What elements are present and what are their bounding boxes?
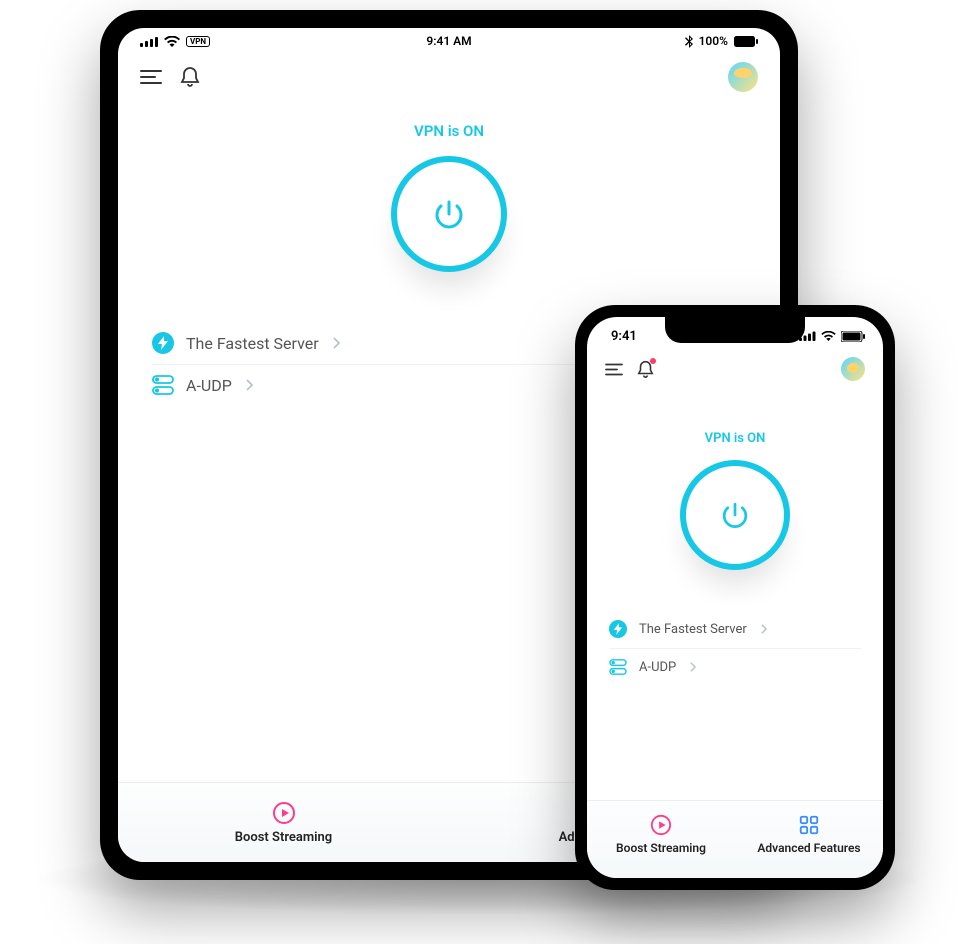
vpn-status-label: VPN is ON [414, 122, 484, 140]
power-button[interactable] [680, 460, 790, 570]
iphone-device-frame: 9:41 [575, 305, 895, 890]
status-time: 9:41 AM [426, 34, 471, 48]
tab-label: Boost Streaming [235, 830, 332, 845]
play-circle-icon [650, 814, 672, 836]
battery-percent: 100% [699, 34, 728, 48]
chevron-right-icon [761, 624, 767, 634]
ipad-status-bar: VPN 9:41 AM 100% [118, 28, 780, 54]
bell-icon[interactable] [180, 66, 200, 88]
tab-label: Advanced Features [757, 841, 860, 855]
notification-dot-icon [650, 358, 656, 364]
wifi-icon [821, 331, 836, 341]
status-time: 9:41 [605, 329, 637, 344]
menu-icon[interactable] [140, 69, 162, 85]
play-circle-icon [272, 801, 296, 825]
iphone-app-header [587, 351, 883, 381]
wifi-icon [164, 36, 180, 47]
tab-label: Boost Streaming [616, 841, 706, 855]
menu-icon[interactable] [605, 363, 623, 376]
vpn-status-label: VPN is ON [705, 431, 766, 446]
bluetooth-icon [685, 35, 693, 48]
server-row[interactable]: The Fastest Server [609, 610, 861, 649]
chevron-right-icon [333, 337, 340, 349]
iphone-notch [665, 317, 805, 343]
chevron-right-icon [246, 379, 253, 391]
bolt-icon [609, 620, 627, 638]
avatar[interactable] [728, 62, 758, 92]
tab-boost-streaming[interactable]: Boost Streaming [587, 801, 735, 868]
signal-icon [140, 36, 158, 47]
server-label: The Fastest Server [639, 622, 747, 637]
protocol-row[interactable]: A-UDP [609, 649, 861, 685]
tab-advanced-features[interactable]: Advanced Features [735, 801, 883, 868]
avatar[interactable] [841, 357, 865, 381]
vpn-badge-icon: VPN [186, 36, 210, 47]
iphone-main: VPN is ON The Fastest Server [587, 381, 883, 800]
ipad-app-header [118, 54, 780, 92]
protocol-icon [609, 659, 627, 675]
iphone-bottom-bar: Boost Streaming Advanced Features [587, 800, 883, 878]
protocol-icon [152, 375, 174, 395]
battery-icon [841, 331, 865, 342]
protocol-label: A-UDP [639, 660, 676, 675]
bolt-icon [152, 332, 174, 354]
chevron-right-icon [690, 662, 696, 672]
server-label: The Fastest Server [186, 334, 319, 353]
tab-boost-streaming[interactable]: Boost Streaming [118, 783, 449, 862]
bell-icon[interactable] [637, 360, 654, 379]
battery-icon [734, 36, 758, 47]
protocol-label: A-UDP [186, 376, 232, 395]
iphone-screen: 9:41 [587, 317, 883, 878]
grid-icon [798, 814, 820, 836]
power-button[interactable] [391, 156, 507, 272]
